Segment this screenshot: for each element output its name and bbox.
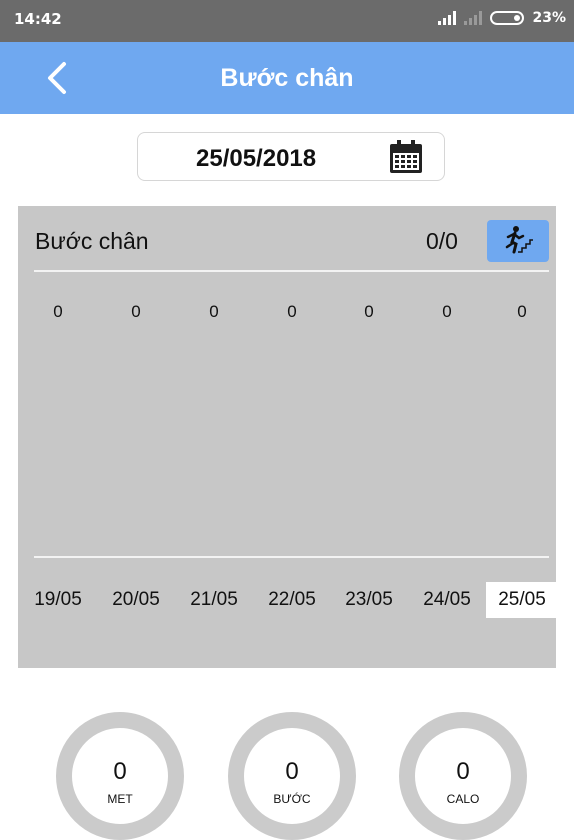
step-chart-panel: Bước chân 0/0 0 0 0 0 0 0 0 19/05 20/05 21/05 22/… [18,206,558,668]
battery-percent: 23% [532,10,566,26]
step-mode-button[interactable] [487,220,549,262]
status-time: 14:42 [14,10,62,28]
chart-baseline [34,556,549,558]
chart-value-label: 0 [209,302,219,321]
chart-value-label: 0 [287,302,297,321]
chart-day-tab[interactable]: 21/05 [178,582,250,618]
chart-label: Bước chân [35,228,149,254]
status-icons: 23% [438,10,566,26]
page-title: Bước chân [220,64,354,92]
signal-no-service-icon [464,11,483,25]
stat-value: 0 [285,758,299,785]
chart-value-label: 0 [364,302,374,321]
stat-unit: CALO [446,792,480,806]
chart-value-label: 0 [517,302,527,321]
chart-day-tab[interactable]: 22/05 [256,582,328,618]
chart-day-tab[interactable]: 19/05 [22,582,94,618]
chart-day-tab[interactable]: 25/05 [486,582,558,618]
date-value: 25/05/2018 [196,145,317,172]
signal-icon [438,11,457,25]
status-bar: 14:42 23% [0,0,574,42]
chart-day-tab[interactable]: 24/05 [411,582,483,618]
chart-value-label: 0 [131,302,141,321]
stat-ring-met: 0 MET [56,712,184,840]
stat-value: 0 [456,758,470,785]
stat-unit: BƯỚC [273,792,311,806]
chart-value-label: 0 [442,302,452,321]
chart-top-divider [34,270,549,272]
calendar-icon[interactable] [388,139,424,175]
date-picker[interactable]: 25/05/2018 [137,132,445,181]
stat-ring-steps: 0 BƯỚC [228,712,356,840]
running-stairs-icon [505,226,533,254]
stat-unit: MET [107,792,133,806]
chevron-left-icon[interactable] [40,60,76,96]
chart-day-tab[interactable]: 20/05 [100,582,172,618]
chart-value-label: 0 [53,302,63,321]
step-count: 0/0 [426,228,458,254]
battery-icon [490,11,525,25]
stat-value: 0 [113,758,127,785]
app-bar: Bước chân [0,42,574,114]
chart-day-tab[interactable]: 23/05 [333,582,405,618]
stat-ring-calories: 0 CALO [399,712,527,840]
